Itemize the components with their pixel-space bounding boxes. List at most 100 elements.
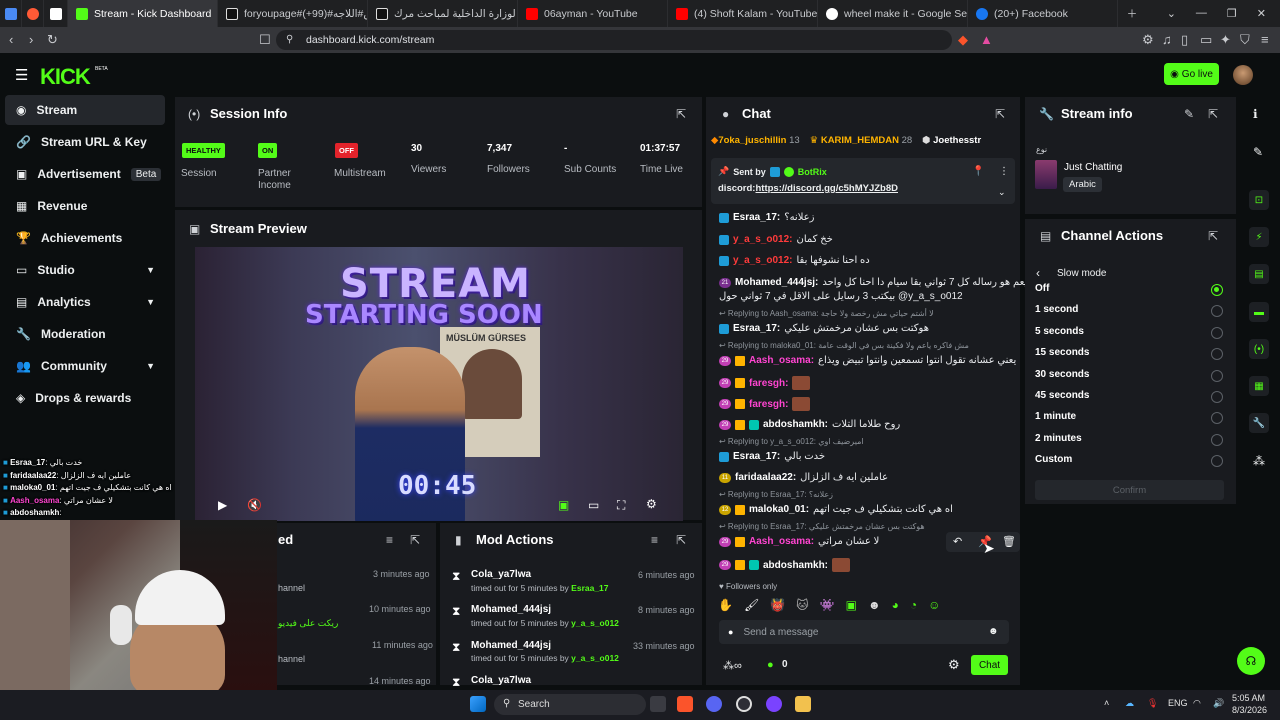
top-gifter[interactable]: ◆7oka_juschillin 13	[711, 135, 800, 149]
chat-username[interactable]: Esraa_17:	[733, 323, 780, 334]
tab-youtube-1[interactable]: 06ayman - YouTube	[518, 0, 668, 27]
pinned-bot-name[interactable]: BotRix	[798, 167, 827, 177]
windows-start-icon[interactable]	[470, 696, 486, 712]
sidebar-item-moderation[interactable]: 🔧 Moderation	[5, 319, 165, 349]
reply-context[interactable]: ↩ Replying to Esraa_17: زعلانه؟	[719, 490, 833, 499]
chat-message[interactable]: y_a_s_o012: خخ كمان	[719, 234, 833, 245]
new-tab-button[interactable]: ＋	[1118, 0, 1146, 27]
volume-icon[interactable]: 🔊	[1213, 698, 1224, 709]
emote-icon[interactable]: ☻	[868, 598, 881, 612]
chat-username[interactable]: Aash_osama:	[749, 355, 814, 366]
confirm-button[interactable]: Confirm	[1035, 480, 1224, 500]
slow-mode-option-label[interactable]: 15 seconds	[1035, 347, 1089, 358]
popout-icon[interactable]: ⇱	[676, 533, 686, 547]
slow-mode-radio[interactable]	[1211, 391, 1223, 403]
brave-taskbar-icon[interactable]	[677, 696, 693, 712]
reload-icon[interactable]: ↻	[47, 32, 58, 48]
popout-icon[interactable]: ⇱	[1208, 229, 1218, 243]
mod-action-user[interactable]: Mohamed_444jsj	[471, 640, 551, 651]
reply-context[interactable]: ↩ Replying to maloka0_01: مش فاكره ياعم …	[719, 341, 969, 350]
restore-icon[interactable]: ❐	[1227, 7, 1237, 20]
chat-username[interactable]: Aash_osama:	[749, 536, 814, 547]
info-icon[interactable]: ℹ	[1253, 107, 1258, 121]
sidebar-item-achievements[interactable]: 🏆 Achievements	[5, 223, 165, 253]
mod-action-user[interactable]: Cola_ya7lwa	[471, 675, 531, 686]
tab-pinned-3[interactable]	[44, 0, 68, 27]
slow-mode-option-label[interactable]: 5 seconds	[1035, 326, 1084, 337]
gear-icon[interactable]: ⚙	[948, 657, 960, 673]
file-explorer-icon[interactable]	[795, 696, 811, 712]
menu-icon[interactable]: ≡	[1261, 32, 1269, 47]
sidebar-item-drops-rewards[interactable]: ◈ Drops & rewards	[5, 383, 165, 413]
tray-chevron-icon[interactable]: ˄	[1104, 698, 1109, 708]
tab-search-icon[interactable]: ⌄	[1167, 7, 1176, 20]
sidebar-item-stream-url-key[interactable]: 🔗 Stream URL & Key	[5, 127, 165, 157]
leo-icon[interactable]: ✦	[1220, 32, 1231, 48]
sidebar-item-studio[interactable]: ▭ Studio ▼	[5, 255, 165, 285]
emote-icon[interactable]: 🐱	[796, 598, 809, 612]
tab-pinned-1[interactable]	[0, 0, 22, 27]
slow-mode-option-label[interactable]: 1 minute	[1035, 411, 1076, 422]
mod-action-by[interactable]: y_a_s_o012	[571, 618, 619, 628]
close-window-icon[interactable]: ✕	[1257, 7, 1266, 20]
chat-message[interactable]: Esraa_17: هوكتت بس عشان مرخمتش عليكي	[719, 323, 929, 334]
slow-mode-radio[interactable]	[1211, 326, 1223, 339]
sidebar-item-advertisement[interactable]: ▣ Advertisement Beta	[5, 159, 165, 189]
rail-chat-icon[interactable]: ▬	[1249, 302, 1269, 322]
filter-icon[interactable]: ≡	[386, 533, 393, 547]
unpin-icon[interactable]: 📍	[972, 166, 984, 177]
stream-category[interactable]: Just Chatting	[1064, 162, 1122, 173]
emote-icon[interactable]: ◔	[910, 598, 917, 612]
pinned-message[interactable]	[711, 158, 1015, 204]
chat-message[interactable]: Esraa_17: زعلانه؟	[719, 212, 814, 223]
slow-mode-radio[interactable]	[1211, 433, 1223, 446]
chevron-down-icon[interactable]: ⌄	[998, 187, 1006, 198]
slow-mode-radio[interactable]	[1211, 284, 1223, 296]
slow-mode-option-label[interactable]: 2 minutes	[1035, 433, 1082, 444]
mod-action-user[interactable]: Mohamed_444jsj	[471, 604, 551, 615]
edit-icon[interactable]: ✎	[1253, 145, 1263, 159]
chat-message[interactable]: 29 faresgh:	[719, 397, 811, 411]
reply-context[interactable]: ↩ Replying to Esraa_17: هوكتت بس عشان مر…	[719, 522, 925, 531]
channel-points-icon[interactable]: ⁂∞	[723, 659, 742, 672]
mute-icon[interactable]: 🔇	[247, 498, 262, 512]
chat-username[interactable]: abdoshamkh:	[763, 419, 828, 430]
rail-signal-icon[interactable]: (•)	[1249, 339, 1269, 359]
media-icon[interactable]: ♫	[1162, 32, 1172, 47]
chat-username[interactable]: Esraa_17:	[733, 451, 780, 462]
popout-icon[interactable]: ⇱	[676, 107, 686, 121]
chat-message[interactable]: Esraa_17: خدت بالي	[719, 451, 825, 462]
sidebar-item-revenue[interactable]: ▦ Revenue	[5, 191, 165, 221]
chat-message[interactable]: 21 Mohamed_444jsj: ايه يعم هو رساله كل 7 ث…	[719, 277, 1041, 288]
brave-rewards-icon[interactable]: ▲	[980, 32, 993, 47]
sidebar-toggle-icon[interactable]: ▯	[1181, 32, 1188, 48]
back-arrow-icon[interactable]: ‹	[1036, 266, 1040, 280]
discord-taskbar-icon[interactable]	[706, 696, 722, 712]
slow-mode-option-label[interactable]: Custom	[1035, 454, 1072, 465]
filter-icon[interactable]: ≡	[651, 533, 658, 547]
emote-icon[interactable]: 👾	[820, 598, 835, 612]
chat-message[interactable]: 11 faridaalaa22: عاملين ايه ف الزلزال	[719, 472, 888, 483]
pinned-link[interactable]: https://discord.gg/c5hMYJZb8D	[755, 183, 898, 194]
hamburger-icon[interactable]: ☰	[15, 66, 28, 84]
chat-username[interactable]: Mohamed_444jsj:	[735, 277, 818, 288]
slow-mode-option-label[interactable]: 1 second	[1035, 304, 1078, 315]
bookmark-icon[interactable]: ☐	[259, 32, 271, 48]
theater-icon[interactable]: ▭	[588, 498, 599, 512]
mod-action-user[interactable]: Cola_ya7lwa	[471, 569, 531, 580]
kick-logo[interactable]: KICK	[40, 64, 91, 90]
play-icon[interactable]: ▶	[218, 498, 227, 512]
sidebar-item-community[interactable]: 👥 Community ▼	[5, 351, 165, 381]
chat-username[interactable]: y_a_s_o012:	[733, 234, 793, 245]
chat-message[interactable]: 29 abdoshamkh:	[719, 558, 851, 572]
chat-message[interactable]: 12 maloka0_01: اه هي كانت بتشكيلي ف جيت ات…	[719, 504, 953, 515]
language-indicator[interactable]: ENG	[1168, 698, 1188, 708]
app-taskbar-icon[interactable]	[766, 696, 782, 712]
popout-icon[interactable]: ⇱	[1208, 107, 1218, 121]
obs-taskbar-icon[interactable]	[736, 696, 752, 712]
rail-points-icon[interactable]: ⁂	[1253, 454, 1265, 468]
rail-camera-icon[interactable]: ⊡	[1249, 190, 1269, 210]
popout-icon[interactable]: ⇱	[995, 107, 1005, 121]
edit-icon[interactable]: ✎	[1184, 107, 1194, 121]
rail-document-icon[interactable]: ▤	[1249, 264, 1269, 284]
